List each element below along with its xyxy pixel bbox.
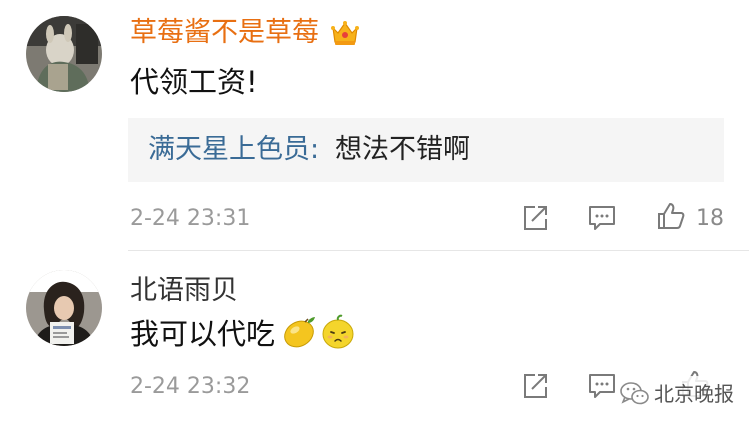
share-icon[interactable] — [520, 203, 550, 233]
comment-list: 草莓酱不是草莓 代领工资! 满天星上色员: 想法不错啊 2-24 23:31 1… — [0, 0, 749, 425]
watermark-text: 北京晚报 — [654, 382, 734, 406]
lemon-emoji — [284, 317, 315, 348]
reply-username[interactable]: 满天星上色员: — [148, 132, 319, 168]
crown-icon — [331, 21, 359, 45]
like-count: 18 — [696, 206, 724, 231]
avatar[interactable] — [26, 16, 102, 92]
avatar[interactable] — [26, 270, 102, 346]
comment-text: 我可以代吃 — [130, 317, 276, 351]
lemon-face-emoji — [322, 314, 354, 349]
like-icon[interactable] — [656, 201, 686, 231]
comment-icon[interactable] — [587, 203, 617, 233]
reply-text: 想法不错啊 — [335, 134, 470, 165]
comment-text: 代领工资! — [130, 65, 258, 99]
comment-icon[interactable] — [587, 371, 617, 401]
timestamp: 2-24 23:32 — [130, 374, 251, 399]
username[interactable]: 北语雨贝 — [130, 274, 238, 308]
wechat-icon — [620, 382, 649, 405]
reply-box[interactable]: 满天星上色员: 想法不错啊 — [128, 118, 724, 182]
timestamp: 2-24 23:31 — [130, 206, 251, 231]
share-icon[interactable] — [520, 371, 550, 401]
divider — [128, 250, 749, 251]
comment-item: 草莓酱不是草莓 代领工资! 满天星上色员: 想法不错啊 2-24 23:31 1… — [0, 0, 749, 250]
username[interactable]: 草莓酱不是草莓 — [130, 16, 319, 50]
